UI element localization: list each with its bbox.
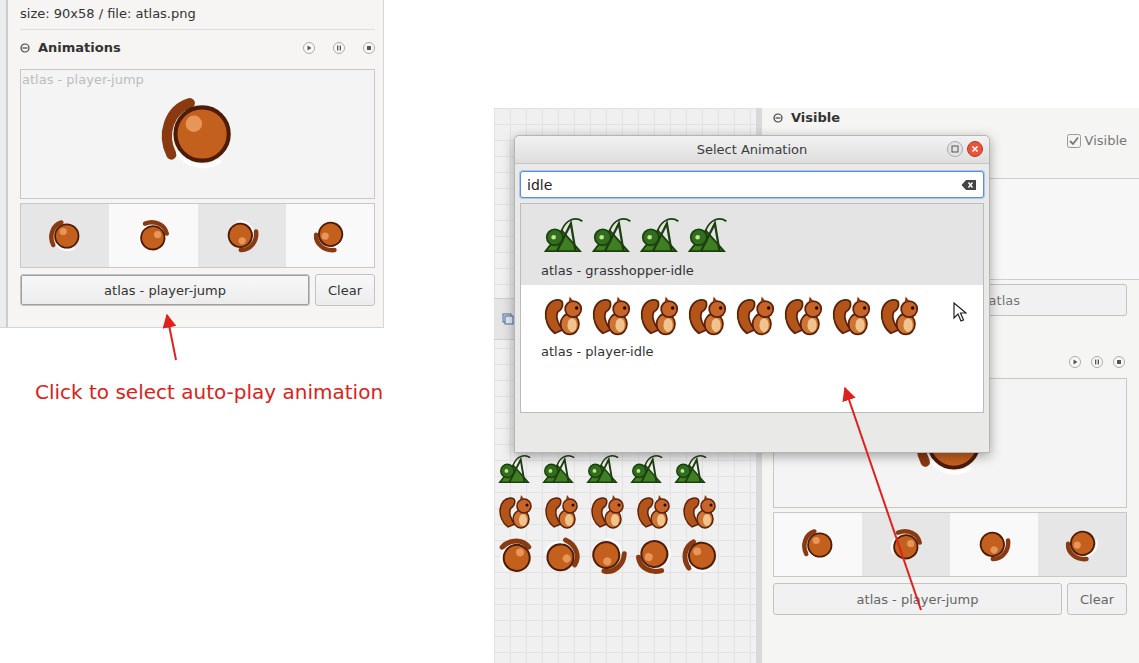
frame-strip: [20, 203, 375, 268]
frame-sprite: [733, 293, 779, 339]
sprite-row: [494, 536, 756, 576]
annotation-arrows: [0, 0, 1139, 663]
pause-button[interactable]: [1091, 356, 1103, 368]
panel-rail: [0, 0, 8, 327]
grasshopper-sprite[interactable]: [584, 450, 622, 488]
grasshopper-sprite[interactable]: [672, 450, 710, 488]
frame-sprite: [47, 218, 83, 254]
stop-button[interactable]: [363, 42, 375, 54]
collapse-icon[interactable]: [773, 113, 783, 123]
frame-cell[interactable]: [109, 204, 197, 267]
animation-name: atlas - grasshopper-idle: [541, 263, 983, 278]
collapse-icon[interactable]: [20, 43, 30, 53]
animation-item[interactable]: atlas - player-idle: [521, 285, 983, 366]
section-header[interactable]: Animations: [20, 40, 375, 55]
animation-panel: size: 90x58 / file: atlas.png Animations a…: [0, 0, 384, 328]
section-title: Visible: [791, 110, 840, 125]
frame-cell[interactable]: [774, 513, 862, 576]
dialog-titlebar[interactable]: Select Animation: [515, 136, 989, 164]
grasshopper-sprite[interactable]: [496, 450, 534, 488]
file-info: size: 90x58 / file: atlas.png: [20, 4, 375, 30]
frame-sprite: [829, 293, 875, 339]
frame-sprite: [1064, 527, 1100, 563]
frame-sprite: [224, 218, 260, 254]
play-icon: [303, 42, 315, 54]
preview-label: atlas - player-jump: [22, 72, 144, 87]
frame-cell[interactable]: [862, 513, 950, 576]
frame-cell[interactable]: [198, 204, 286, 267]
frame-sprite: [685, 212, 731, 258]
jump-sprite[interactable]: [680, 536, 720, 576]
squirrel-sprite[interactable]: [542, 492, 582, 532]
frame-sprite: [888, 527, 924, 563]
search-field[interactable]: idle: [520, 171, 984, 198]
stop-icon: [1113, 356, 1125, 368]
maximize-icon[interactable]: [947, 141, 963, 157]
frame-sprite: [781, 293, 827, 339]
frame-cell[interactable]: [1038, 513, 1126, 576]
animation-preview: atlas - player-jump: [20, 69, 375, 199]
frame-sprite: [637, 212, 683, 258]
pause-icon: [1091, 356, 1103, 368]
frame-cell[interactable]: [21, 204, 109, 267]
grasshopper-sprite[interactable]: [540, 450, 578, 488]
annotation-text: Click to select auto-play animation: [35, 380, 383, 404]
frame-sprite: [312, 218, 348, 254]
stop-button[interactable]: [1113, 356, 1125, 368]
section-header[interactable]: Visible: [773, 110, 1127, 125]
jump-sprite[interactable]: [634, 536, 674, 576]
frame-sprite: [589, 212, 635, 258]
frame-sprite: [800, 527, 836, 563]
select-animation-dialog: Select Animation idle atlas - grasshopper-…: [514, 135, 990, 453]
frame-sprite: [976, 527, 1012, 563]
clear-button[interactable]: Clear: [1067, 583, 1127, 615]
animation-name: atlas - player-idle: [541, 344, 983, 359]
frame-sprite: [135, 218, 171, 254]
frame-sprite: [541, 293, 587, 339]
section-title: Animations: [38, 40, 121, 55]
play-icon: [1069, 356, 1081, 368]
frame-sprite: [877, 293, 923, 339]
jump-sprite[interactable]: [542, 536, 582, 576]
squirrel-sprite[interactable]: [496, 492, 536, 532]
select-animation-button[interactable]: atlas - player-jump: [773, 583, 1062, 615]
jump-sprite[interactable]: [588, 536, 628, 576]
frame-strip: [773, 512, 1127, 577]
frame-sprite: [589, 293, 635, 339]
close-icon[interactable]: [967, 141, 983, 157]
frame-cell[interactable]: [286, 204, 374, 267]
frame-cell[interactable]: [950, 513, 1038, 576]
arrow-icon: [845, 388, 921, 610]
play-button[interactable]: [303, 42, 315, 54]
arrow-icon: [167, 315, 176, 360]
squirrel-sprite[interactable]: [680, 492, 720, 532]
documentation-figure: size: 90x58 / file: atlas.png Animations a…: [0, 0, 1139, 663]
frame-sprite: [637, 293, 683, 339]
frame-sprite: [541, 212, 587, 258]
stop-icon: [363, 42, 375, 54]
jump-sprite: [157, 93, 239, 175]
pause-icon: [333, 42, 345, 54]
mouse-cursor-icon: [953, 302, 967, 322]
sprite-row: [494, 492, 756, 532]
layers-icon[interactable]: [502, 313, 514, 325]
animation-list: atlas - grasshopper-idle atlas - player-i…: [520, 203, 984, 413]
squirrel-sprite[interactable]: [588, 492, 628, 532]
dialog-title: Select Animation: [697, 142, 808, 157]
clear-button[interactable]: Clear: [315, 274, 375, 306]
grasshopper-sprite[interactable]: [628, 450, 666, 488]
animation-item[interactable]: atlas - grasshopper-idle: [521, 204, 983, 285]
select-animation-button[interactable]: atlas - player-jump: [20, 274, 310, 306]
squirrel-sprite[interactable]: [634, 492, 674, 532]
jump-sprite[interactable]: [496, 536, 536, 576]
pause-button[interactable]: [333, 42, 345, 54]
clear-search-icon[interactable]: [961, 179, 977, 191]
visible-checkbox[interactable]: Visible: [1067, 133, 1127, 148]
sprite-row: [494, 450, 756, 488]
frame-sprite: [685, 293, 731, 339]
play-button[interactable]: [1069, 356, 1081, 368]
checkbox-icon: [1067, 134, 1081, 148]
